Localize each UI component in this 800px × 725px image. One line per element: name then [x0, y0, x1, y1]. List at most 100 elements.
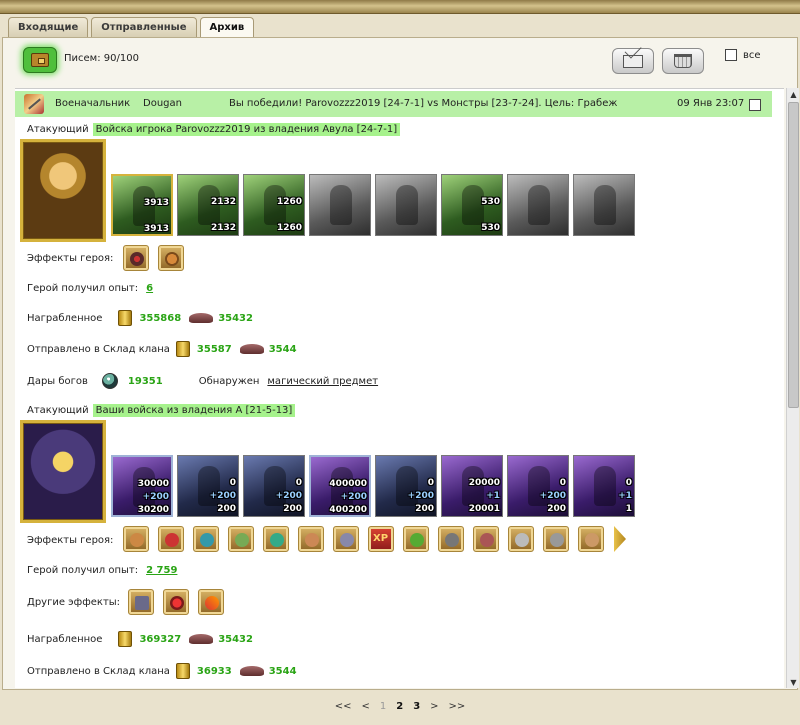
scroll-up-arrow-icon[interactable]: ▲ — [787, 88, 800, 100]
hero-1-effects-label: Эффекты героя: — [27, 253, 114, 264]
effect-fire-sword-icon[interactable] — [198, 589, 224, 615]
other-effects-label: Другие эффекты: — [27, 597, 121, 608]
attacker-1-unit-6[interactable]: 530 530 — [441, 174, 503, 236]
vertical-scrollbar[interactable]: ▲ ▼ — [786, 88, 799, 688]
attacker-2-unit-4[interactable]: 400000 +200 400200 — [309, 455, 371, 517]
hero-1-exp-line: Герой получил опыт: 6 — [27, 283, 153, 294]
loot-2-label: Награбленное — [27, 633, 103, 645]
archive-chest-button[interactable] — [23, 47, 57, 73]
unit-count-top: 30000 — [137, 479, 169, 489]
attacker-1-unit-2[interactable]: 2132 2132 — [177, 174, 239, 236]
page-2[interactable]: 2 — [396, 701, 403, 712]
attacker-1-unit-1[interactable]: 3913 3913 — [111, 174, 173, 236]
effect-ring-icon[interactable] — [543, 526, 569, 552]
effect-armor-icon[interactable] — [508, 526, 534, 552]
ring-glyph — [550, 533, 564, 547]
claw-glyph — [480, 533, 494, 547]
effect-bag-icon[interactable] — [158, 245, 184, 271]
tab-archive[interactable]: Архив — [199, 17, 255, 38]
scroll-thumb[interactable] — [788, 102, 799, 408]
handshake-glyph — [305, 533, 319, 547]
effect-sword-icon[interactable] — [263, 526, 289, 552]
effect-wolf-icon[interactable] — [438, 526, 464, 552]
page-prev[interactable]: < — [361, 701, 369, 712]
effect-hand-shield-icon[interactable] — [228, 526, 254, 552]
delete-mail-button[interactable] — [662, 48, 704, 74]
loot-1-line: Награбленное 355868 35432 — [27, 310, 253, 326]
compose-mail-button[interactable] — [612, 48, 654, 74]
creature-figure-icon — [594, 466, 616, 506]
select-all-checkbox[interactable] — [725, 49, 737, 61]
hero-2-portrait[interactable] — [20, 420, 106, 523]
select-all[interactable]: все — [725, 49, 761, 61]
message-list: Военачальник Dougan Вы победили! Parovoz… — [15, 88, 784, 688]
page-first[interactable]: << — [335, 701, 352, 712]
effect-dice-icon[interactable] — [158, 526, 184, 552]
dice-glyph — [165, 533, 179, 547]
attacker-2-unit-2[interactable]: 0 +200 200 — [177, 455, 239, 517]
tab-sent[interactable]: Отправленные — [91, 17, 197, 37]
loot-1-ore: 35432 — [218, 312, 253, 324]
effect-shield-icon[interactable] — [193, 526, 219, 552]
effect-scroll-icon[interactable] — [578, 526, 604, 552]
attacker-1-unit-3[interactable]: 1260 1260 — [243, 174, 305, 236]
effect-banner-icon[interactable] — [333, 526, 359, 552]
found-item-link[interactable]: магический предмет — [267, 376, 378, 387]
select-all-label: все — [743, 49, 761, 61]
gold-icon — [175, 663, 190, 679]
unit-count-top: 400000 — [329, 479, 367, 489]
effect-handshake-icon[interactable] — [298, 526, 324, 552]
armor-glyph — [515, 533, 529, 547]
page-1[interactable]: 1 — [380, 701, 386, 712]
page-3[interactable]: 3 — [413, 701, 420, 712]
sword-glyph — [270, 533, 284, 547]
unit-count-mid: +200 — [539, 491, 566, 501]
message-header-row[interactable]: Военачальник Dougan Вы победили! Parovoz… — [15, 91, 772, 117]
window-top-frame — [0, 0, 800, 14]
scroll-down-arrow-icon[interactable]: ▼ — [787, 676, 800, 688]
page-last[interactable]: >> — [449, 701, 466, 712]
hero-2-exp-value[interactable]: 2 759 — [146, 565, 177, 576]
page-next[interactable]: > — [430, 701, 438, 712]
effects-more-arrow[interactable] — [614, 526, 626, 552]
unit-count-top: 530 — [481, 197, 500, 207]
unit-count-bottom: 20001 — [468, 504, 500, 514]
attacker-2-unit-5[interactable]: 0 +200 200 — [375, 455, 437, 517]
message-checkbox[interactable] — [749, 99, 761, 111]
creature-figure-icon — [594, 185, 616, 225]
attacker-2-unit-6[interactable]: 20000 +1 20001 — [441, 455, 503, 517]
attacker-1-unit-8[interactable] — [573, 174, 635, 236]
tab-inbox[interactable]: Входящие — [8, 17, 89, 37]
unit-count-mid: +1 — [618, 491, 632, 501]
attacker-2-unit-3[interactable]: 0 +200 200 — [243, 455, 305, 517]
gold-icon — [118, 310, 133, 326]
attacker-1-unit-7[interactable] — [507, 174, 569, 236]
unit-count-bottom: 1 — [625, 504, 632, 514]
creature-figure-icon — [396, 185, 418, 225]
ore-icon — [239, 666, 264, 676]
gifts-label: Дары богов — [27, 375, 88, 387]
effect-spider-icon[interactable] — [123, 245, 149, 271]
message-subject: Вы победили! Parovozzz2019 [24-7-1] vs М… — [229, 98, 618, 109]
attacker-2-unit-7[interactable]: 0 +200 200 — [507, 455, 569, 517]
toolbar: Писем: 90/100 все — [3, 38, 797, 82]
gifts-value: 19351 — [127, 375, 163, 387]
unit-count-top: 0 — [229, 478, 236, 488]
hero-1-portrait[interactable] — [20, 139, 106, 242]
effect-book-icon[interactable] — [128, 589, 154, 615]
effect-xp-potion-icon[interactable] — [403, 526, 429, 552]
attacker-2-unit-1[interactable]: 30000 +200 30200 — [111, 455, 173, 517]
effect-claw-icon[interactable] — [473, 526, 499, 552]
effect-heart-icon[interactable] — [163, 589, 189, 615]
hero-1-exp-value[interactable]: 6 — [146, 283, 153, 294]
attacker-1-unit-4[interactable] — [309, 174, 371, 236]
loot-2-ore: 35432 — [218, 633, 253, 645]
attacker-2-unit-8[interactable]: 0 +1 1 — [573, 455, 635, 517]
gold-icon — [175, 341, 190, 357]
shield-glyph — [200, 533, 214, 547]
effect-gift-box-icon[interactable] — [123, 526, 149, 552]
attacker-1-unit-5[interactable] — [375, 174, 437, 236]
xp-potion-glyph — [410, 533, 424, 547]
unit-count-bottom: 1260 — [276, 223, 302, 233]
effect-xp-icon[interactable]: XP — [368, 526, 394, 552]
